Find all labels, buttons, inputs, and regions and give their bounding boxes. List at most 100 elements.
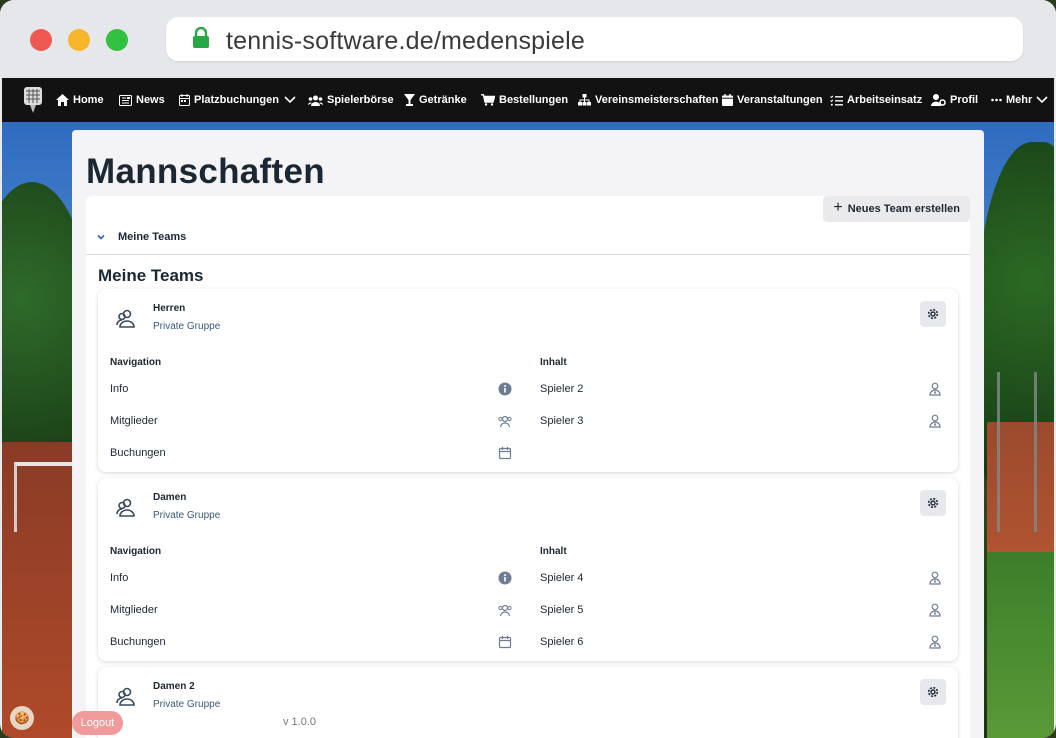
content-header: Inhalt: [540, 546, 567, 557]
plus-icon: +: [833, 199, 843, 216]
nav-item-label: Mehr: [1006, 94, 1033, 106]
team-nav-mitglieder[interactable]: Mitglieder: [110, 405, 515, 437]
app-version: v 1.0.0: [283, 716, 317, 728]
info-icon: [498, 382, 512, 396]
news-icon: [119, 94, 132, 106]
team-icon: [116, 498, 135, 517]
minimize-window-button[interactable]: [68, 29, 90, 51]
team-card-damen-2[interactable]: Damen 2 Private Gruppe: [98, 667, 958, 738]
calendar-icon: [498, 447, 512, 460]
team-player-row[interactable]: Spieler 3: [540, 405, 945, 437]
user-tie-icon: [929, 635, 941, 649]
team-settings-button[interactable]: [920, 490, 946, 516]
logout-button[interactable]: Logout: [72, 711, 123, 735]
gear-icon: [927, 497, 939, 509]
team-icon: [116, 687, 135, 706]
row-label: Buchungen: [110, 447, 166, 459]
nav-item-profil[interactable]: Profil: [931, 78, 978, 122]
team-settings-button[interactable]: [920, 679, 946, 705]
nav-item-veranstaltungen[interactable]: Veranstaltungen: [722, 78, 823, 122]
nav-item-label: Home: [73, 94, 104, 106]
nav-item-vereinsmeisterschaften[interactable]: Vereinsmeisterschaften: [578, 78, 719, 122]
calendar-day-icon: [722, 94, 733, 106]
team-subtitle: Private Gruppe: [153, 699, 221, 710]
maximize-window-button[interactable]: [106, 29, 128, 51]
address-bar[interactable]: tennis-software.de/medenspiele: [166, 17, 1023, 61]
row-label: Mitglieder: [110, 604, 158, 616]
section-toggle-label: Meine Teams: [118, 231, 187, 243]
glass-icon: [404, 94, 415, 106]
content-panel: Mannschaften + Neues Team erstellen Mein…: [72, 130, 984, 738]
browser-window: tennis-software.de/medenspiele Home News…: [0, 0, 1056, 738]
url-text: tennis-software.de/medenspiele: [226, 27, 585, 55]
club-logo[interactable]: [22, 85, 44, 115]
navigation-header: Navigation: [110, 546, 162, 557]
top-navigation: Home News Platzbuchungen Spielerbörse Ge…: [2, 78, 1054, 122]
members-icon: [498, 415, 512, 428]
nav-item-news[interactable]: News: [119, 78, 165, 122]
cookie-settings-button[interactable]: 🍪: [10, 706, 34, 730]
page-title: Mannschaften: [86, 152, 325, 191]
team-name: Herren: [153, 303, 186, 314]
nav-item-label: Profil: [950, 94, 979, 106]
team-player-row[interactable]: Spieler 2: [540, 373, 945, 405]
members-icon: [498, 604, 512, 617]
section-heading: Meine Teams: [98, 266, 204, 285]
teams-card: + Neues Team erstellen Meine Teams Meine…: [86, 196, 970, 738]
team-card-damen[interactable]: Damen Private Gruppe Navigation Inhalt I…: [98, 478, 958, 661]
nav-item-platzbuchungen[interactable]: Platzbuchungen: [179, 78, 300, 122]
nav-item-home[interactable]: Home: [56, 78, 104, 122]
chevron-down-icon: [1036, 96, 1048, 104]
nav-item-spielerboerse[interactable]: Spielerbörse: [308, 78, 394, 122]
team-nav-info[interactable]: Info: [110, 373, 515, 405]
user-tie-icon: [929, 382, 941, 396]
nav-item-label: Getränke: [419, 94, 467, 106]
user-tie-icon: [929, 414, 941, 428]
user-gear-icon: [931, 94, 946, 106]
nav-item-mehr[interactable]: Mehr: [991, 78, 1052, 122]
section-toggle-meine-teams[interactable]: Meine Teams: [96, 231, 186, 243]
chevron-down-icon: [284, 96, 296, 104]
navigation-header: Navigation: [110, 357, 162, 368]
gear-icon: [927, 686, 939, 698]
divider: [86, 254, 970, 255]
nav-item-label: Spielerbörse: [327, 94, 394, 106]
row-label: Mitglieder: [110, 415, 158, 427]
team-subtitle: Private Gruppe: [153, 510, 221, 521]
chevron-down-icon: [97, 234, 105, 240]
team-settings-button[interactable]: [920, 301, 946, 327]
background-net: [14, 462, 74, 532]
team-player-row[interactable]: Spieler 5: [540, 594, 945, 626]
team-nav-buchungen[interactable]: Buchungen: [110, 626, 515, 658]
team-nav-buchungen[interactable]: Buchungen: [110, 437, 515, 469]
player-name: Spieler 4: [540, 572, 584, 584]
team-nav-info[interactable]: Info: [110, 562, 515, 594]
background-grass: [987, 552, 1054, 738]
nav-item-bestellungen[interactable]: Bestellungen: [481, 78, 568, 122]
background-fence: [997, 372, 1037, 532]
team-nav-mitglieder[interactable]: Mitglieder: [110, 594, 515, 626]
home-icon: [56, 94, 69, 106]
team-player-row[interactable]: Spieler 4: [540, 562, 945, 594]
lock-icon: [193, 27, 209, 48]
nav-item-label: Arbeitseinsatz: [847, 94, 923, 106]
row-label: Info: [110, 572, 129, 584]
team-card-herren[interactable]: Herren Private Gruppe Navigation Inhalt …: [98, 289, 958, 472]
nav-item-getraenke[interactable]: Getränke: [404, 78, 467, 122]
team-subtitle: Private Gruppe: [153, 321, 221, 332]
team-name: Damen 2: [153, 681, 195, 692]
player-name: Spieler 3: [540, 415, 584, 427]
list-check-icon: [830, 94, 843, 106]
user-tie-icon: [929, 603, 941, 617]
nav-item-arbeitseinsatz[interactable]: Arbeitseinsatz: [830, 78, 922, 122]
team-name: Damen: [153, 492, 187, 503]
close-window-button[interactable]: [30, 29, 52, 51]
player-name: Spieler 5: [540, 604, 584, 616]
nav-item-label: Platzbuchungen: [194, 94, 279, 106]
browser-titlebar: tennis-software.de/medenspiele: [0, 0, 1056, 78]
team-player-row[interactable]: Spieler 6: [540, 626, 945, 658]
new-team-label: Neues Team erstellen: [847, 203, 960, 215]
sitemap-icon: [578, 94, 591, 106]
new-team-button[interactable]: + Neues Team erstellen: [823, 196, 970, 222]
users-icon: [308, 95, 323, 106]
